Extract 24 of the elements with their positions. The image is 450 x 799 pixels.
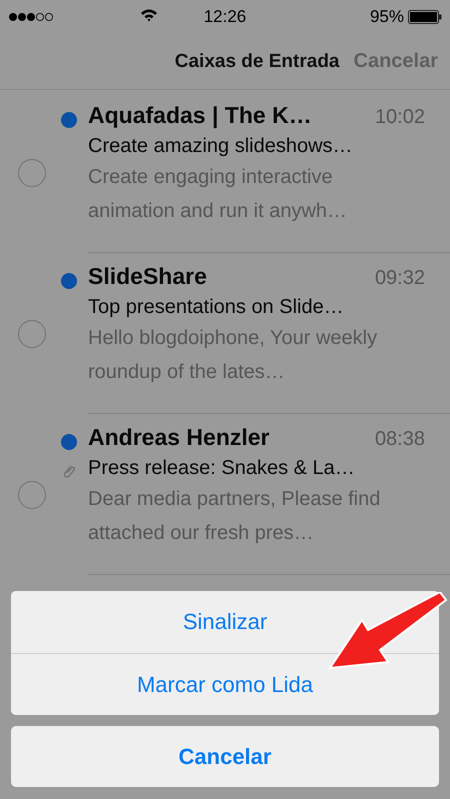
message-time: 09:32 [374,267,425,290]
message-subject: Create amazing slideshows… [88,135,354,158]
message-preview: Hello blogdoiphone, Your weekly roundup of the lates… [88,326,378,385]
message-time: 10:02 [374,106,425,129]
select-circle[interactable] [18,480,46,508]
battery-icon [408,10,442,24]
message-preview: Create engaging interactive animation and run it anywh… [88,165,348,224]
select-circle[interactable] [18,320,46,348]
sender-name: SlideShare [88,263,207,290]
message-time: 08:38 [374,428,425,451]
battery-percent: 95% [370,7,404,27]
select-circle[interactable] [18,158,46,186]
signal-icon [8,12,54,22]
nav-title: Caixas de Entrada [174,50,340,72]
cancel-action-button[interactable]: Cancelar [11,726,439,787]
sender-name: Aquafadas | The K… [88,102,312,129]
message-subject: Press release: Snakes & La… [88,457,356,480]
message-preview: Dear media partners, Please find attached our fresh pres… [88,487,382,546]
action-button[interactable]: Marcar como Lida [11,653,439,715]
sender-name: Andreas Henzler [88,424,270,451]
wifi-icon [140,8,158,22]
message-subject: Top presentations on Slide… [88,296,345,319]
cancel-button[interactable]: Cancelar [354,50,438,73]
status-time: 12:26 [202,7,248,27]
